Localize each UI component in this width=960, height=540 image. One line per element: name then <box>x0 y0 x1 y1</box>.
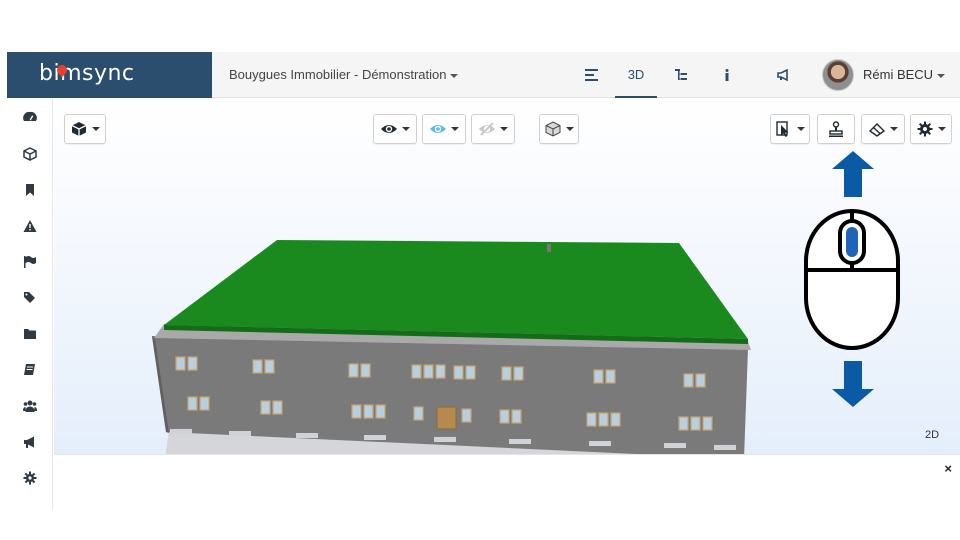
logo[interactable]: bimsync <box>7 52 212 98</box>
sidebar-item-bookmarks[interactable] <box>7 172 53 208</box>
sidebar-item-settings[interactable] <box>7 460 53 496</box>
sidebar-item-3d-model[interactable] <box>7 136 53 172</box>
app-window: bimsync Bouygues Immobilier - Démonstrat… <box>7 52 960 510</box>
chevron-down-icon <box>450 73 459 78</box>
flag-icon <box>24 256 36 268</box>
nav-announcements[interactable] <box>769 52 799 98</box>
sidebar-item-tags[interactable] <box>7 280 53 316</box>
roof <box>164 240 748 339</box>
project-name: Bouygues Immobilier - Démonstration <box>229 67 447 82</box>
nav-info[interactable] <box>712 52 742 98</box>
bottom-panel: × <box>54 454 960 510</box>
entrance-door <box>436 406 457 430</box>
mouse-scroll-icon <box>804 209 900 350</box>
gear-icon <box>23 471 37 485</box>
sidebar-item-issues[interactable] <box>7 208 53 244</box>
avatar[interactable] <box>822 59 854 91</box>
logo-text: bimsync <box>39 61 135 86</box>
nav-tree[interactable] <box>667 52 697 98</box>
sidebar-item-documents[interactable] <box>7 316 53 352</box>
arrow-down-icon <box>832 361 874 407</box>
mode-2d-toggle[interactable]: 2D <box>925 429 939 441</box>
cube-icon <box>23 147 37 161</box>
tags-icon <box>24 292 35 303</box>
info-icon <box>725 69 729 81</box>
bookmark-icon <box>26 184 34 196</box>
announce-icon <box>777 69 788 81</box>
mouse-scroll-annotation <box>804 151 900 407</box>
user-name: Rémi BECU <box>863 67 934 82</box>
bullhorn-icon <box>24 436 34 448</box>
roof-vent <box>547 244 551 252</box>
chevron-down-icon <box>937 73 946 78</box>
arrow-up-icon <box>832 151 874 197</box>
users-icon <box>23 400 37 412</box>
sidebar-item-library[interactable] <box>7 352 53 388</box>
tree-icon <box>675 69 687 80</box>
nav-3d-label: 3D <box>627 66 645 82</box>
sidebar-item-announcements[interactable] <box>7 424 53 460</box>
nav-list[interactable] <box>577 52 607 98</box>
nav-3d[interactable]: 3D <box>615 52 657 98</box>
sidebar <box>7 98 53 510</box>
sidebar-item-flags[interactable] <box>7 244 53 280</box>
top-bar: bimsync Bouygues Immobilier - Démonstrat… <box>7 52 960 98</box>
folder-icon <box>24 329 36 339</box>
warning-icon <box>23 220 37 232</box>
sidebar-item-members[interactable] <box>7 388 53 424</box>
3d-viewer[interactable]: 2D <box>54 99 960 454</box>
sidebar-item-dashboard[interactable] <box>7 100 53 136</box>
user-menu[interactable]: Rémi BECU <box>863 67 946 82</box>
close-icon[interactable]: × <box>944 461 952 476</box>
project-selector[interactable]: Bouygues Immobilier - Démonstration <box>229 67 459 82</box>
book-icon <box>24 364 35 375</box>
dashboard-icon <box>23 111 37 121</box>
list-icon <box>585 69 598 81</box>
